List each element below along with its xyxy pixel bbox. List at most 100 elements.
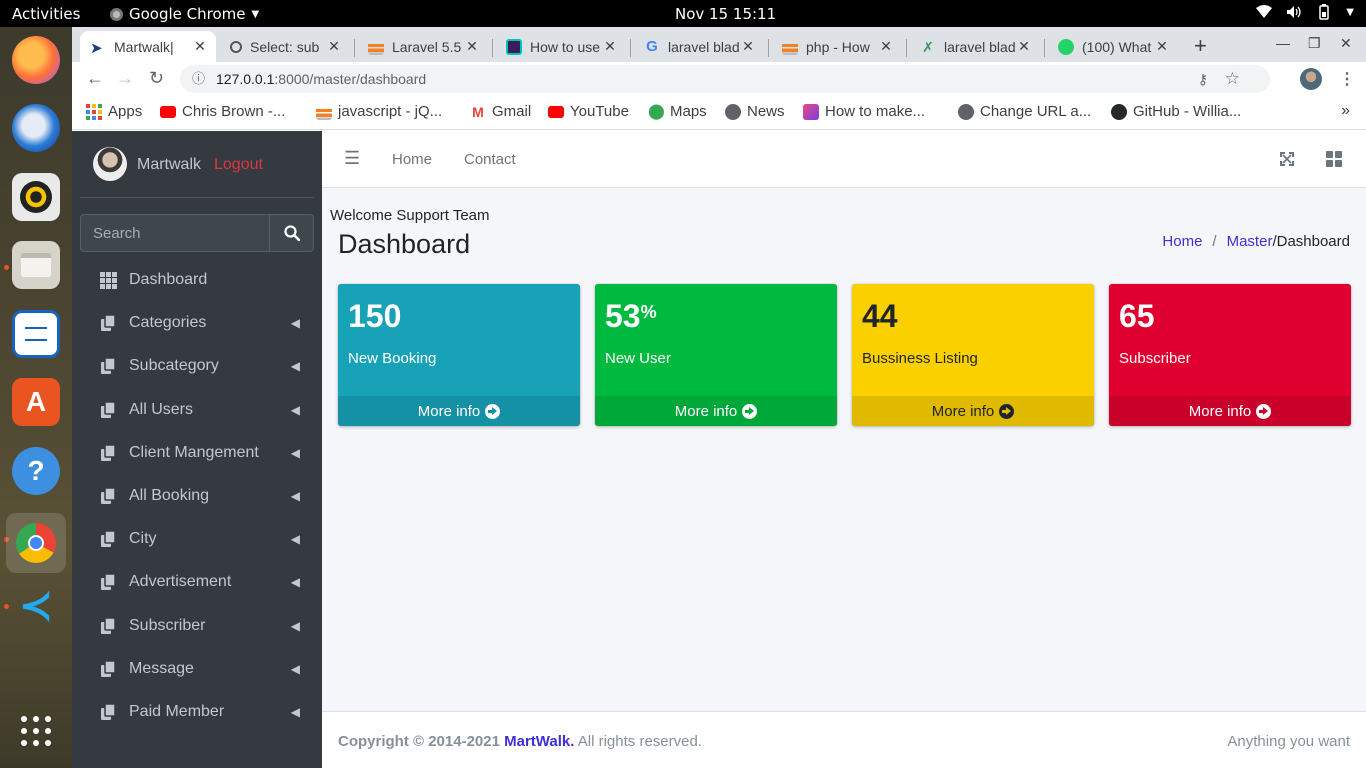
tab-title: laravel blad [944, 38, 1016, 55]
close-tab-icon[interactable]: ✕ [740, 38, 756, 55]
bookmark-gmail[interactable]: M Gmail [470, 103, 531, 120]
vscode-icon[interactable]: ≺ [12, 582, 60, 630]
tab-separator [906, 39, 907, 57]
clock[interactable]: Nov 15 15:11 [675, 5, 776, 23]
tab-favicon: ➤ [90, 39, 103, 57]
fullscreen-icon[interactable] [1280, 152, 1294, 166]
close-window-icon[interactable]: ✕ [1340, 35, 1352, 52]
tab-laravel-55[interactable]: Laravel 5.5 ✕ [358, 31, 488, 62]
bookmark-github[interactable]: GitHub - Willia... [1111, 103, 1241, 120]
close-tab-icon[interactable]: ✕ [326, 38, 342, 55]
bookmark-maps[interactable]: ⬤ Maps [648, 103, 707, 120]
sidebar-item-subcategory[interactable]: Subcategory ◀ [80, 346, 314, 386]
libreoffice-writer-icon[interactable] [12, 310, 60, 358]
close-tab-icon[interactable]: ✕ [464, 38, 480, 55]
show-applications-icon[interactable] [12, 707, 60, 755]
copy-icon [101, 444, 116, 461]
logout-link[interactable]: Logout [214, 156, 263, 174]
tab-laravel-blade-2[interactable]: ✗ laravel blad ✕ [910, 31, 1040, 62]
breadcrumb-current: /Dashboard [1272, 233, 1350, 250]
tab-php-how[interactable]: php - How ✕ [772, 31, 902, 62]
username[interactable]: Martwalk [137, 156, 201, 174]
chevron-left-icon: ◀ [290, 532, 300, 546]
bookmark-javascript-jq[interactable]: javascript - jQ... [316, 103, 442, 120]
help-icon[interactable]: ? [12, 447, 60, 495]
sidebar-item-message[interactable]: Message ◀ [80, 649, 314, 689]
more-menu-icon[interactable]: ⋮ [1339, 69, 1355, 89]
stat-value: 65 [1119, 298, 1155, 334]
new-tab-button[interactable]: + [1194, 33, 1207, 59]
maximize-icon[interactable]: ❐ [1308, 35, 1321, 52]
more-info-link[interactable]: More info [852, 396, 1094, 426]
bookmark-label: Change URL a... [980, 103, 1092, 120]
bookmark-label: Apps [108, 103, 143, 120]
app-menu[interactable]: Google Chrome ▼ [110, 5, 259, 23]
sidebar-item-paid-member[interactable]: Paid Member ◀ [80, 692, 314, 732]
firefox-icon[interactable] [12, 36, 60, 84]
bookmark-news[interactable]: News [725, 103, 785, 120]
more-info-link[interactable]: More info [1109, 396, 1351, 426]
thunderbird-icon[interactable] [12, 104, 60, 152]
avatar[interactable] [93, 147, 127, 181]
more-info-link[interactable]: More info [338, 396, 580, 426]
bookmark-apps[interactable]: Apps [86, 103, 142, 120]
forward-arrow-icon[interactable]: → [116, 68, 134, 89]
profile-avatar[interactable] [1300, 68, 1322, 90]
sidebar-item-client-mangement[interactable]: Client Mangement ◀ [80, 433, 314, 473]
tab-laravel-blade-1[interactable]: G laravel blad ✕ [634, 31, 764, 62]
tab-whatsapp[interactable]: (100) What ✕ [1048, 31, 1178, 62]
bookmark-label: Gmail [492, 103, 532, 120]
reload-icon[interactable]: ↻ [149, 68, 164, 89]
breadcrumb-master[interactable]: Master [1227, 233, 1273, 250]
bookmark-star-icon[interactable]: ☆ [1225, 65, 1240, 93]
hamburger-menu-icon[interactable]: ☰ [344, 148, 360, 169]
more-info-link[interactable]: More info [595, 396, 837, 426]
apps-grid-icon [86, 103, 102, 120]
sidebar-item-categories[interactable]: Categories ◀ [80, 303, 314, 343]
sidebar-item-city[interactable]: City ◀ [80, 519, 314, 559]
arrow-circle-right-icon [742, 403, 758, 419]
brand-link[interactable]: MartWalk. [504, 733, 574, 750]
site-info-icon[interactable]: ⓘ [192, 65, 205, 93]
maps-pin-icon: ⬤ [648, 102, 665, 120]
sidebar-item-dashboard[interactable]: Dashboard [80, 260, 314, 300]
bookmark-change-url[interactable]: Change URL a... [958, 103, 1091, 120]
bookmark-chris-brown[interactable]: Chris Brown -... [160, 103, 285, 120]
search-input[interactable] [81, 215, 269, 251]
sidebar-item-advertisement[interactable]: Advertisement ◀ [80, 562, 314, 602]
ubuntu-software-icon[interactable]: A [12, 378, 60, 426]
bookmark-how-to-make[interactable]: How to make... [803, 103, 925, 120]
bookmark-youtube[interactable]: YouTube [548, 103, 629, 120]
tab-how-to-use[interactable]: How to use ✕ [496, 31, 626, 62]
widgets-grid-icon[interactable] [1326, 151, 1342, 167]
close-tab-icon[interactable]: ✕ [878, 38, 894, 55]
top-navbar: ☰ Home Contact [322, 131, 1366, 188]
sidebar-item-label: Subscriber [129, 617, 206, 634]
search-button[interactable] [269, 215, 313, 251]
nav-link-home[interactable]: Home [392, 151, 432, 168]
activities-button[interactable]: Activities [12, 5, 80, 23]
sidebar-item-all-users[interactable]: All Users ◀ [80, 390, 314, 430]
google-icon: G [646, 37, 658, 55]
sidebar-item-all-booking[interactable]: All Booking ◀ [80, 476, 314, 516]
close-tab-icon[interactable]: ✕ [602, 38, 618, 55]
breadcrumb-home[interactable]: Home [1162, 233, 1202, 250]
rhythmbox-icon[interactable] [12, 173, 60, 221]
system-tray[interactable]: ▼ [1256, 4, 1354, 20]
back-arrow-icon[interactable]: ← [86, 68, 104, 89]
key-icon[interactable]: ⚷ [1198, 65, 1208, 93]
more-bookmarks-icon[interactable]: » [1341, 102, 1350, 120]
caret-down-icon: ▼ [251, 8, 260, 20]
close-tab-icon[interactable]: ✕ [1154, 38, 1170, 55]
tab-title: Martwalk| [114, 38, 174, 55]
minimize-icon[interactable]: — [1276, 35, 1290, 51]
tab-martwalk[interactable]: ➤ Martwalk| ✕ [80, 31, 216, 62]
tab-select-sub[interactable]: Select: sub ✕ [220, 31, 350, 62]
close-tab-icon[interactable]: ✕ [1016, 38, 1032, 55]
address-bar[interactable]: ⓘ 127.0.0.1:8000/master/dashboard ⚷ ☆ [180, 65, 1270, 93]
files-icon[interactable] [12, 241, 60, 289]
chrome-icon[interactable] [6, 513, 66, 573]
close-tab-icon[interactable]: ✕ [192, 38, 208, 55]
nav-link-contact[interactable]: Contact [464, 151, 516, 168]
sidebar-item-subscriber[interactable]: Subscriber ◀ [80, 606, 314, 646]
